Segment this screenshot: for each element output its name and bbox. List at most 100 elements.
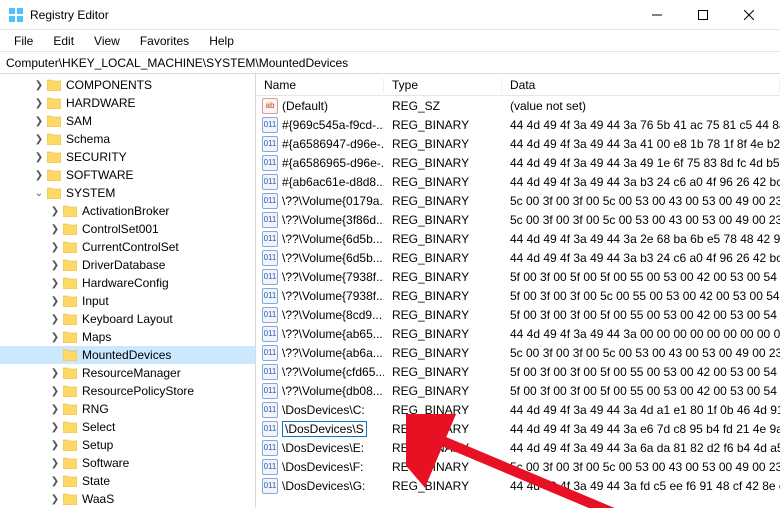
expander-icon[interactable]: ❯ (48, 224, 62, 235)
expander-icon[interactable]: ❯ (48, 332, 62, 343)
tree-item[interactable]: ⌄SYSTEM (0, 184, 255, 202)
tree-item[interactable]: ❯Schema (0, 130, 255, 148)
value-type: REG_BINARY (384, 289, 502, 303)
tree-item-label: ResourcePolicyStore (82, 384, 194, 398)
menu-favorites[interactable]: Favorites (132, 32, 197, 50)
tree-item[interactable]: MountedDevices (0, 346, 255, 364)
tree-item-label: Software (82, 456, 129, 470)
expander-icon[interactable]: ❯ (48, 476, 62, 487)
binary-value-icon: 011 (262, 174, 278, 190)
value-type: REG_BINARY (384, 308, 502, 322)
value-row[interactable]: 011#{a6586965-d96e-...REG_BINARY44 4d 49… (256, 153, 780, 172)
value-row[interactable]: 011\??\Volume{8cd9...REG_BINARY5f 00 3f … (256, 305, 780, 324)
expander-icon[interactable]: ❯ (32, 170, 46, 181)
value-row[interactable]: 011\??\Volume{6d5b...REG_BINARY44 4d 49 … (256, 229, 780, 248)
tree-item[interactable]: ❯HARDWARE (0, 94, 255, 112)
value-row[interactable]: 011\??\Volume{ab65...REG_BINARY44 4d 49 … (256, 324, 780, 343)
maximize-button[interactable] (680, 0, 726, 30)
value-name: (Default) (282, 99, 328, 113)
folder-icon (62, 330, 78, 344)
tree-item[interactable]: ❯SOFTWARE (0, 166, 255, 184)
col-header-data[interactable]: Data (502, 78, 780, 92)
value-row[interactable]: 011#{a6586947-d96e-...REG_BINARY44 4d 49… (256, 134, 780, 153)
value-name: #{a6586947-d96e-... (282, 137, 384, 151)
close-button[interactable] (726, 0, 772, 30)
value-row[interactable]: 011\??\Volume{3f86d...REG_BINARY5c 00 3f… (256, 210, 780, 229)
expander-icon[interactable]: ❯ (48, 422, 62, 433)
tree-item[interactable]: ❯Input (0, 292, 255, 310)
folder-icon (62, 240, 78, 254)
values-list[interactable]: Name Type Data ab(Default)REG_SZ(value n… (256, 74, 780, 508)
expander-icon[interactable]: ❯ (48, 278, 62, 289)
value-row[interactable]: 011\??\Volume{cfd65...REG_BINARY5f 00 3f… (256, 362, 780, 381)
expander-icon[interactable]: ❯ (48, 404, 62, 415)
tree-item[interactable]: ❯State (0, 472, 255, 490)
expander-icon[interactable]: ❯ (32, 80, 46, 91)
value-row[interactable]: 011\??\Volume{7938f...REG_BINARY5f 00 3f… (256, 267, 780, 286)
value-row[interactable]: 011\??\Volume{ab6a...REG_BINARY5c 00 3f … (256, 343, 780, 362)
folder-icon (62, 366, 78, 380)
tree-item[interactable]: ❯CurrentControlSet (0, 238, 255, 256)
expander-icon[interactable]: ❯ (48, 458, 62, 469)
tree-item[interactable]: ❯Maps (0, 328, 255, 346)
tree-item[interactable]: ❯ActivationBroker (0, 202, 255, 220)
value-row[interactable]: 011\??\Volume{0179a...REG_BINARY5c 00 3f… (256, 191, 780, 210)
tree-item[interactable]: ❯ ResourcePolicyStore (0, 382, 255, 400)
value-data: 5c 00 3f 00 3f 00 5c 00 53 00 43 00 53 0… (502, 346, 780, 360)
value-row[interactable]: 011\DosDevices\C:REG_BINARY44 4d 49 4f 3… (256, 400, 780, 419)
value-data: 5f 00 3f 00 3f 00 5f 00 55 00 53 00 42 0… (502, 365, 780, 379)
value-row[interactable]: 011\??\Volume{6d5b...REG_BINARY44 4d 49 … (256, 248, 780, 267)
tree-item[interactable]: ❯RNG (0, 400, 255, 418)
expander-icon[interactable]: ⌄ (32, 188, 46, 199)
tree-item[interactable]: ❯Select (0, 418, 255, 436)
expander-icon[interactable]: ❯ (48, 314, 62, 325)
tree-item[interactable]: ❯SAM (0, 112, 255, 130)
expander-icon[interactable]: ❯ (48, 296, 62, 307)
tree-item[interactable]: ❯ResourceManager (0, 364, 255, 382)
expander-icon[interactable]: ❯ (32, 116, 46, 127)
value-row[interactable]: 011\??\Volume{7938f...REG_BINARY5f 00 3f… (256, 286, 780, 305)
tree-item[interactable]: ❯SECURITY (0, 148, 255, 166)
tree-view[interactable]: ❯COMPONENTS❯HARDWARE❯SAM❯Schema❯SECURITY… (0, 74, 256, 508)
tree-item[interactable]: ❯ DriverDatabase (0, 256, 255, 274)
binary-value-icon: 011 (262, 478, 278, 494)
tree-item-label: DriverDatabase (82, 258, 165, 272)
tree-item[interactable]: ❯ Software (0, 454, 255, 472)
tree-item[interactable]: ❯Setup (0, 436, 255, 454)
menu-view[interactable]: View (86, 32, 128, 50)
value-row[interactable]: 011#{ab6ac61e-d8d8...REG_BINARY44 4d 49 … (256, 172, 780, 191)
expander-icon[interactable]: ❯ (48, 440, 62, 451)
menu-file[interactable]: File (6, 32, 41, 50)
value-row[interactable]: 011\DosDevices\E:REG_BINARY44 4d 49 4f 3… (256, 438, 780, 457)
value-row[interactable]: 011#{969c545a-f9cd-...REG_BINARY44 4d 49… (256, 115, 780, 134)
expander-icon[interactable]: ❯ (32, 134, 46, 145)
rename-input[interactable]: \DosDevices\S (282, 421, 367, 437)
value-row[interactable]: 011\DosDevices\G:REG_BINARY44 4d 49 4f 3… (256, 476, 780, 495)
menu-edit[interactable]: Edit (45, 32, 82, 50)
tree-item[interactable]: ❯ControlSet001 (0, 220, 255, 238)
expander-icon[interactable]: ❯ (48, 368, 62, 379)
minimize-button[interactable] (634, 0, 680, 30)
value-row[interactable]: 011\DosDevices\F:REG_BINARY5c 00 3f 00 3… (256, 457, 780, 476)
value-row[interactable]: 011\??\Volume{db08...REG_BINARY5f 00 3f … (256, 381, 780, 400)
value-row[interactable]: 011\DosDevices\SREG_BINARY44 4d 49 4f 3a… (256, 419, 780, 438)
value-name: \DosDevices\F: (282, 460, 363, 474)
expander-icon[interactable]: ❯ (48, 206, 62, 217)
tree-item[interactable]: ❯Keyboard Layout (0, 310, 255, 328)
col-header-type[interactable]: Type (384, 78, 502, 92)
expander-icon[interactable]: ❯ (48, 260, 62, 271)
expander-icon[interactable]: ❯ (48, 494, 62, 505)
menu-help[interactable]: Help (201, 32, 242, 50)
address-bar[interactable]: Computer\HKEY_LOCAL_MACHINE\SYSTEM\Mount… (0, 52, 780, 74)
expander-icon[interactable]: ❯ (32, 98, 46, 109)
expander-icon[interactable]: ❯ (48, 386, 62, 397)
tree-item-label: WaaS (82, 492, 114, 506)
tree-item[interactable]: ❯ WaaS (0, 490, 255, 508)
tree-item[interactable]: ❯HardwareConfig (0, 274, 255, 292)
tree-item[interactable]: ❯COMPONENTS (0, 76, 255, 94)
expander-icon[interactable]: ❯ (48, 242, 62, 253)
binary-value-icon: 011 (262, 193, 278, 209)
value-row[interactable]: ab(Default)REG_SZ(value not set) (256, 96, 780, 115)
col-header-name[interactable]: Name (256, 78, 384, 92)
expander-icon[interactable]: ❯ (32, 152, 46, 163)
